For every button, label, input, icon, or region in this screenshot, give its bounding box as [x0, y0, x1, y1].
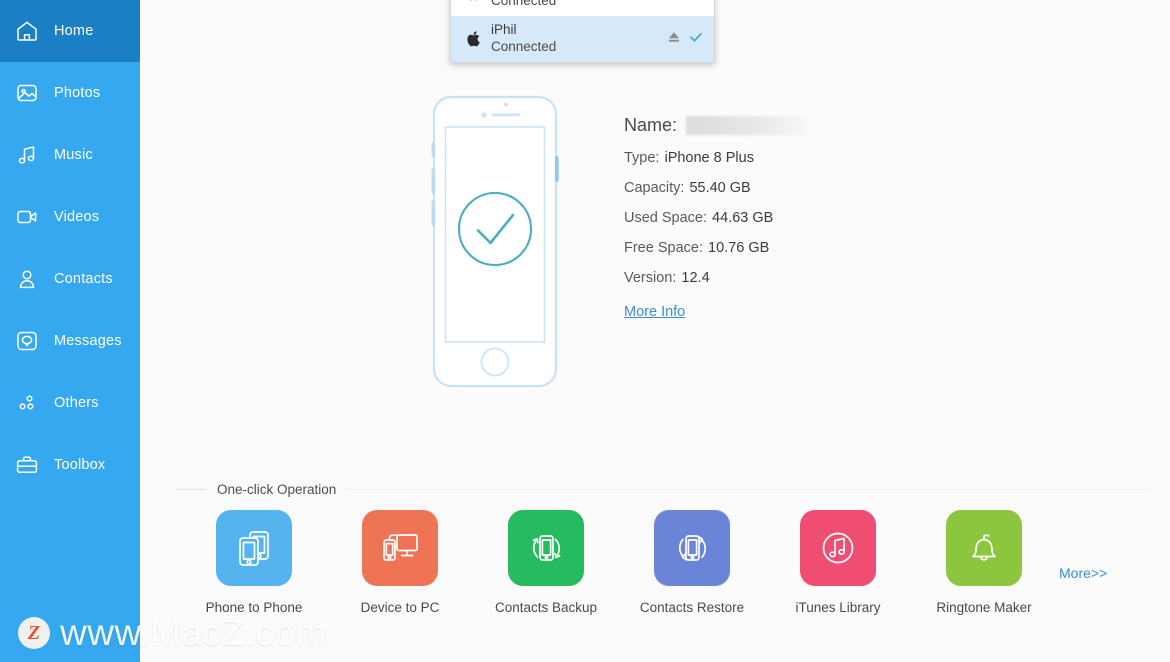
device-list-item[interactable]: Phil Connected: [451, 0, 714, 16]
contacts-backup-icon: [508, 510, 584, 586]
device-name-value-redacted: [686, 116, 807, 135]
row-label: Capacity:: [624, 180, 685, 196]
row-value: iPhone 8 Plus: [664, 150, 754, 166]
tile-label: Device to PC: [360, 600, 440, 615]
device-selector-dropdown[interactable]: Phil Connected iPhil: [450, 0, 715, 63]
sidebar-item-label: Messages: [54, 333, 122, 349]
sidebar-item-toolbox[interactable]: Toolbox: [0, 434, 140, 496]
sidebar: Home Photos Music Videos Contacts Messag…: [0, 0, 140, 662]
device-name-label: Name:: [624, 115, 678, 135]
contacts-restore-icon: [654, 510, 730, 586]
check-icon: [688, 29, 704, 50]
home-icon: [12, 16, 42, 46]
one-click-tiles: Phone to Phone Device to PC Contacts Bac…: [181, 510, 1057, 615]
messages-icon: [12, 326, 42, 356]
tile-label: Contacts Backup: [494, 600, 598, 615]
music-icon: [12, 140, 42, 170]
device-info-row-version: Version: 12.4: [624, 270, 954, 286]
row-label: Version:: [624, 270, 677, 286]
phone-to-phone-icon: [216, 510, 292, 586]
device-info-panel: Name: Type: iPhone 8 Plus Capacity: 55.40 …: [624, 115, 954, 321]
apple-logo-icon: [463, 30, 483, 48]
tile-label: Phone to Phone: [205, 600, 303, 615]
sidebar-item-label: Videos: [54, 209, 100, 225]
divider-left: [176, 489, 206, 490]
sidebar-item-photos[interactable]: Photos: [0, 62, 140, 124]
device-to-pc-icon: [362, 510, 438, 586]
eject-icon[interactable]: [690, 0, 704, 3]
sidebar-item-others[interactable]: Others: [0, 372, 140, 434]
sidebar-item-home[interactable]: Home: [0, 0, 140, 62]
one-click-title: One-click Operation: [217, 482, 337, 497]
sidebar-item-contacts[interactable]: Contacts: [0, 248, 140, 310]
more-operations-link[interactable]: More>>: [1059, 565, 1107, 581]
device-info-row-free-space: Free Space: 10.76 GB: [624, 240, 954, 256]
tile-itunes-library[interactable]: iTunes Library: [765, 510, 911, 615]
device-name: iPhil: [491, 22, 517, 38]
divider-right: [347, 489, 1151, 490]
row-value: 12.4: [681, 270, 710, 286]
tile-label: Ringtone Maker: [936, 600, 1032, 615]
row-label: Used Space:: [624, 210, 708, 226]
tile-contacts-restore[interactable]: Contacts Restore: [619, 510, 765, 615]
videos-icon: [12, 202, 42, 232]
tile-device-to-pc[interactable]: Device to PC: [327, 510, 473, 615]
itunes-library-icon: [800, 510, 876, 586]
device-actions: [667, 29, 704, 50]
sidebar-item-label: Contacts: [54, 271, 113, 287]
device-status: Connected: [491, 39, 557, 54]
sidebar-item-messages[interactable]: Messages: [0, 310, 140, 372]
device-text: iPhil Connected: [491, 22, 667, 56]
sidebar-item-label: Photos: [54, 85, 101, 101]
row-value: 44.63 GB: [712, 210, 774, 226]
tile-phone-to-phone[interactable]: Phone to Phone: [181, 510, 327, 615]
sidebar-item-label: Home: [54, 23, 94, 39]
row-label: Free Space:: [624, 240, 703, 256]
sidebar-item-label: Music: [54, 147, 93, 163]
device-info-row-used-space: Used Space: 44.63 GB: [624, 210, 954, 226]
tile-ringtone-maker[interactable]: Ringtone Maker: [911, 510, 1057, 615]
row-value: 55.40 GB: [689, 180, 751, 196]
device-status: Connected: [491, 0, 557, 8]
one-click-section-header: One-click Operation: [176, 482, 1151, 497]
sidebar-item-music[interactable]: Music: [0, 124, 140, 186]
device-actions: [690, 0, 704, 3]
sidebar-item-videos[interactable]: Videos: [0, 186, 140, 248]
tile-label: iTunes Library: [795, 600, 881, 615]
ringtone-maker-icon: [946, 510, 1022, 586]
app-window: Home Photos Music Videos Contacts Messag…: [0, 0, 1170, 662]
tile-label: Contacts Restore: [639, 600, 745, 615]
sidebar-item-label: Toolbox: [54, 457, 106, 473]
device-text: Phil Connected: [491, 0, 690, 10]
photos-icon: [12, 78, 42, 108]
device-illustration: [422, 94, 568, 389]
device-info-row-capacity: Capacity: 55.40 GB: [624, 180, 954, 196]
eject-icon[interactable]: [667, 30, 681, 49]
device-list-item[interactable]: iPhil Connected: [451, 16, 714, 62]
apple-logo-icon: [463, 0, 483, 2]
tile-contacts-backup[interactable]: Contacts Backup: [473, 510, 619, 615]
contacts-icon: [12, 264, 42, 294]
row-label: Type:: [624, 150, 660, 166]
row-value: 10.76 GB: [708, 240, 770, 256]
others-icon: [12, 388, 42, 418]
toolbox-icon: [12, 450, 42, 480]
device-name-row: Name:: [624, 115, 954, 136]
sidebar-item-label: Others: [54, 395, 99, 411]
more-info-link[interactable]: More Info: [624, 304, 685, 320]
device-info-row-type: Type: iPhone 8 Plus: [624, 150, 954, 166]
